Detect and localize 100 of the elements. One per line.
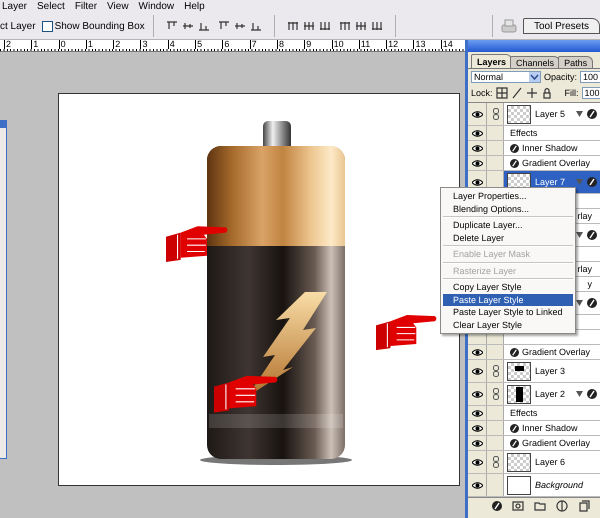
menu-item[interactable]: Duplicate Layer...: [443, 219, 573, 232]
menu-item[interactable]: Layer: [2, 1, 28, 12]
effect-row[interactable]: Gradient Overlay: [468, 436, 600, 451]
eye-icon[interactable]: [472, 160, 483, 166]
folder-icon[interactable]: [534, 500, 546, 512]
adjustment-icon[interactable]: [556, 500, 568, 512]
menu-item[interactable]: Copy Layer Style: [443, 281, 573, 294]
align-icon[interactable]: [234, 20, 246, 32]
eye-icon[interactable]: [472, 178, 483, 186]
chain-icon[interactable]: [492, 108, 498, 120]
distribute-icon[interactable]: [354, 20, 367, 32]
layer-row[interactable]: Layer 6: [468, 451, 600, 474]
align-icon[interactable]: [250, 20, 262, 32]
eye-icon[interactable]: [472, 482, 483, 488]
align-icon[interactable]: [182, 20, 194, 32]
lock-icon[interactable]: [540, 87, 553, 99]
menu-item[interactable]: Filter: [74, 1, 98, 12]
fx-icon: [510, 348, 519, 356]
layer-effects-indicator[interactable]: [576, 109, 600, 119]
opacity-field[interactable]: 100: [580, 71, 600, 83]
ruler-label: 2: [113, 40, 140, 49]
chain-icon[interactable]: [492, 456, 498, 468]
effect-row[interactable]: Effects: [468, 126, 600, 141]
eye-icon[interactable]: [472, 368, 483, 374]
fx-icon: [587, 389, 597, 399]
menu-item[interactable]: Paste Layer Style to Linked: [443, 306, 573, 318]
menu-item[interactable]: View: [107, 1, 129, 12]
blend-mode-dropdown[interactable]: Normal: [471, 71, 541, 83]
ruler-label: 12: [386, 40, 414, 49]
layer-name: Background: [535, 480, 584, 490]
chain-icon[interactable]: [492, 388, 498, 400]
expand-triangle-icon[interactable]: [576, 391, 583, 397]
layer-row[interactable]: Background: [468, 474, 600, 497]
distribute-icon[interactable]: [370, 20, 383, 32]
fx-icon: [587, 177, 597, 187]
menu-item[interactable]: Paste Layer Style: [443, 294, 573, 306]
effect-row[interactable]: Inner Shadow: [468, 421, 600, 436]
distribute-icon[interactable]: [318, 20, 331, 32]
eye-icon[interactable]: [472, 410, 483, 416]
fx-icon: [510, 424, 519, 432]
move-icon[interactable]: [526, 87, 538, 99]
align-icon[interactable]: [198, 20, 210, 32]
menu-item[interactable]: Select: [37, 1, 65, 12]
ruler-label: 0: [58, 40, 86, 49]
layer-effects-indicator[interactable]: [576, 230, 600, 240]
panel-tab[interactable]: Paths: [558, 56, 594, 68]
layer-effects-indicator[interactable]: [576, 298, 600, 308]
lock-transparency-icon[interactable]: [496, 87, 508, 99]
effect-label: Inner Shadow: [522, 423, 578, 433]
layer-row[interactable]: Layer 5: [468, 103, 600, 126]
chain-icon[interactable]: [492, 365, 498, 377]
ruler-label: 2: [4, 40, 32, 49]
ruler-label: 4: [168, 40, 196, 49]
effect-row[interactable]: Gradient Overlay: [468, 345, 600, 360]
expand-triangle-icon[interactable]: [576, 232, 583, 238]
layer-row[interactable]: Layer 3: [468, 360, 600, 383]
layer-name: Layer 5: [535, 109, 566, 119]
ruler-label: 3: [140, 40, 168, 49]
effect-label: Effects: [510, 128, 538, 138]
effect-row[interactable]: Effects: [468, 406, 600, 421]
layer-effects-indicator[interactable]: [576, 389, 600, 399]
layer-effects-indicator[interactable]: [576, 177, 600, 187]
expand-triangle-icon[interactable]: [576, 111, 583, 117]
distribute-icon[interactable]: [286, 20, 299, 32]
ruler-label: 1: [31, 40, 59, 49]
opacity-label: Opacity:: [544, 72, 578, 82]
panel-tab[interactable]: Layers: [471, 54, 512, 68]
new-layer-icon[interactable]: [578, 500, 590, 512]
eye-icon[interactable]: [472, 390, 483, 398]
layer-row[interactable]: Layer 2: [468, 383, 600, 406]
mask-icon[interactable]: [512, 500, 524, 512]
fill-field[interactable]: 100: [582, 87, 600, 99]
distribute-icon[interactable]: [302, 20, 315, 32]
eye-icon[interactable]: [472, 130, 483, 136]
eye-icon[interactable]: [472, 424, 483, 432]
effect-label: y: [588, 279, 592, 289]
align-icon[interactable]: [166, 20, 178, 32]
brush-icon[interactable]: [510, 87, 523, 99]
menu-item[interactable]: Clear Layer Style: [443, 318, 573, 331]
effect-row[interactable]: Inner Shadow: [468, 141, 600, 156]
menu-item[interactable]: Help: [184, 1, 205, 12]
option-label: ct Layer: [0, 20, 36, 32]
menu-item[interactable]: Blending Options...: [443, 202, 573, 215]
tool-presets-tab[interactable]: Tool Presets: [522, 18, 600, 34]
eye-icon[interactable]: [472, 440, 483, 446]
menu-item[interactable]: Window: [138, 1, 174, 12]
align-icon[interactable]: [218, 20, 230, 32]
distribute-icon[interactable]: [338, 20, 351, 32]
effect-row[interactable]: Gradient Overlay: [468, 156, 600, 171]
ruler-label: 10: [332, 40, 359, 49]
panel-tab[interactable]: Channels: [510, 56, 560, 68]
eye-icon[interactable]: [472, 110, 483, 118]
effect-label: rlay: [577, 264, 592, 274]
expand-triangle-icon[interactable]: [576, 300, 583, 306]
eye-icon[interactable]: [472, 458, 483, 466]
menu-item[interactable]: Delete Layer: [443, 232, 573, 244]
checkbox-box[interactable]: [42, 20, 53, 32]
eye-icon[interactable]: [472, 348, 483, 356]
eye-icon[interactable]: [472, 144, 483, 152]
effect-label: Inner Shadow: [522, 143, 578, 153]
